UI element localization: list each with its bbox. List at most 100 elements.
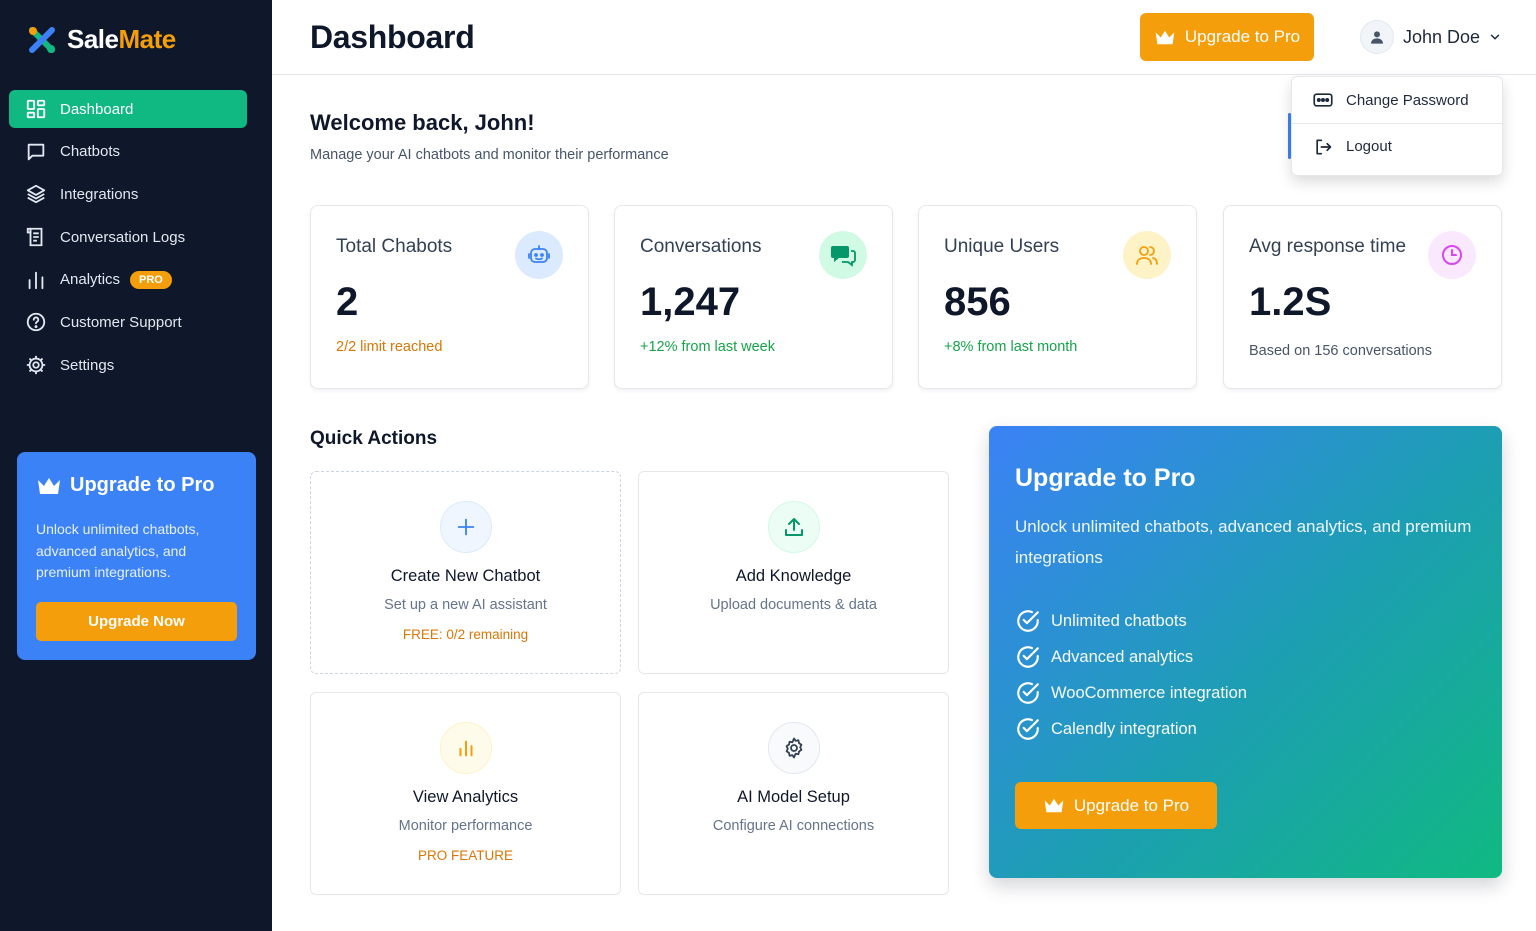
user-dropdown-menu: Change Password Logout	[1291, 76, 1503, 176]
sidebar-item-analytics[interactable]: Analytics PRO	[9, 261, 247, 299]
chat-bubbles-icon	[819, 231, 867, 279]
upgrade-pro-panel: Upgrade to Pro Unlock unlimited chatbots…	[989, 426, 1502, 878]
sidebar-item-label: Analytics	[60, 271, 121, 289]
layers-icon	[26, 185, 46, 204]
crown-icon	[38, 477, 60, 494]
stat-label: Total Chabots	[336, 236, 453, 257]
action-name: AI Model Setup	[737, 788, 850, 806]
add-knowledge-card[interactable]: Add Knowledge Upload documents & data	[638, 471, 949, 674]
action-name: Add Knowledge	[735, 567, 852, 585]
action-name: View Analytics	[412, 788, 519, 806]
sidebar-item-label: Chatbots	[60, 143, 121, 161]
user-name: John Doe	[1403, 26, 1481, 47]
gear-icon	[26, 355, 46, 375]
sidebar-item-label: Integrations	[60, 185, 139, 203]
sidebar-item-integrations[interactable]: Integrations	[9, 175, 247, 213]
logout-label: Logout	[1346, 138, 1392, 155]
help-circle-icon	[26, 313, 46, 332]
stat-label: Conversations	[640, 236, 762, 257]
user-menu-toggle[interactable]: John Doe	[1360, 20, 1502, 54]
pro-panel-description: Unlock unlimited chatbots, advanced anal…	[1015, 517, 1472, 567]
sidebar-item-customer-support[interactable]: Customer Support	[9, 303, 247, 341]
pro-feature-text: Advanced analytics	[1051, 647, 1194, 666]
logout-item[interactable]: Logout	[1292, 123, 1502, 169]
logo-text-sale: Sale	[67, 24, 119, 54]
chevron-down-icon	[1490, 34, 1500, 40]
check-circle-icon	[1017, 718, 1039, 740]
sidebar-upgrade-title-text: Upgrade to Pro	[70, 474, 215, 496]
plus-icon	[440, 501, 492, 553]
action-description: Set up a new AI assistant	[384, 597, 547, 613]
sidebar-item-dashboard[interactable]: Dashboard	[9, 90, 247, 128]
stat-label: Avg response time	[1249, 236, 1407, 257]
sidebar-item-label: Customer Support	[60, 313, 182, 331]
welcome-title: Welcome back, John!	[310, 110, 535, 135]
sidebar-item-chatbots[interactable]: Chatbots	[9, 133, 247, 171]
pro-panel-title: Upgrade to Pro	[1015, 464, 1196, 492]
upgrade-now-button[interactable]: Upgrade Now	[36, 602, 237, 641]
action-description: Configure AI connections	[712, 818, 875, 834]
create-new-chatbot-card[interactable]: Create New Chatbot Set up a new AI assis…	[310, 471, 621, 674]
sidebar-item-label: Settings	[60, 356, 115, 374]
stat-value: 2	[336, 280, 359, 324]
check-circle-icon	[1017, 610, 1039, 632]
pro-badge: PRO	[130, 270, 172, 289]
sidebar-upgrade-card: Upgrade to Pro Unlock unlimited chatbots…	[17, 452, 256, 660]
logo-text: SaleMate	[67, 24, 176, 55]
header-upgrade-label: Upgrade to Pro	[1184, 27, 1301, 46]
stat-card-avg-response-time: Avg response time 1.2S Based on 156 conv…	[1223, 205, 1502, 389]
change-password-label: Change Password	[1346, 91, 1469, 109]
password-icon	[1313, 93, 1333, 107]
sidebar-item-label: Conversation Logs	[60, 228, 186, 246]
welcome-subtitle: Manage your AI chatbots and monitor thei…	[310, 147, 669, 163]
avatar	[1360, 20, 1394, 54]
sidebar-item-settings[interactable]: Settings	[9, 346, 247, 384]
check-circle-icon	[1017, 682, 1039, 704]
stat-note: +12% from last week	[640, 339, 775, 355]
pro-panel-upgrade-label: Upgrade to Pro	[1073, 795, 1190, 815]
pro-feature-text: WooCommerce integration	[1051, 683, 1247, 702]
sidebar-item-label: Dashboard	[60, 100, 134, 118]
quick-actions-title: Quick Actions	[310, 428, 438, 449]
bar-chart-icon	[440, 722, 492, 774]
action-tag: PRO FEATURE	[417, 848, 513, 863]
action-description: Monitor performance	[398, 818, 533, 834]
stat-card-unique-users: Unique Users 856 +8% from last month	[918, 205, 1197, 389]
bar-chart-icon	[28, 271, 44, 289]
header-upgrade-button[interactable]: Upgrade to Pro	[1140, 13, 1314, 61]
users-icon	[1123, 231, 1171, 279]
gear-icon	[768, 722, 820, 774]
logo-text-mate: Mate	[118, 24, 177, 54]
view-analytics-card[interactable]: View Analytics Monitor performance PRO F…	[310, 692, 621, 895]
sidebar-nav: Dashboard Chatbots Integrations Conversa…	[9, 90, 247, 389]
sidebar-upgrade-title: Upgrade to Pro	[36, 474, 237, 497]
pro-feature-text: Unlimited chatbots	[1051, 611, 1187, 630]
robot-icon	[515, 231, 563, 279]
stat-card-conversations: Conversations 1,247 +12% from last week	[614, 205, 893, 389]
sidebar-upgrade-description: Unlock unlimited chatbots, advanced anal…	[36, 521, 200, 580]
pro-panel-upgrade-button[interactable]: Upgrade to Pro	[1015, 782, 1217, 829]
stat-note: +8% from last month	[944, 339, 1078, 355]
stat-card-total-chatbots: Total Chabots 2 2/2 limit reached	[310, 205, 589, 389]
sidebar-item-conversation-logs[interactable]: Conversation Logs	[9, 218, 247, 256]
dashboard-grid-icon	[26, 99, 46, 119]
chat-bubble-icon	[27, 143, 45, 160]
clock-icon	[1428, 231, 1476, 279]
logout-icon	[1316, 139, 1332, 154]
user-icon	[1371, 31, 1383, 44]
pro-feature-list: Unlimited chatbots Advanced analytics Wo…	[1015, 603, 1247, 747]
app-logo[interactable]: SaleMate	[27, 24, 176, 55]
pro-feature-item: WooCommerce integration	[1015, 675, 1247, 711]
stat-label: Unique Users	[944, 236, 1060, 257]
page-title: Dashboard	[310, 19, 475, 55]
ai-model-setup-card[interactable]: AI Model Setup Configure AI connections	[638, 692, 949, 895]
stat-value: 856	[944, 280, 1011, 324]
crown-icon	[1155, 30, 1175, 44]
pro-feature-item: Calendly integration	[1015, 711, 1247, 747]
pro-feature-item: Unlimited chatbots	[1015, 603, 1247, 639]
check-circle-icon	[1017, 646, 1039, 668]
change-password-item[interactable]: Change Password	[1292, 77, 1502, 123]
action-description: Upload documents & data	[710, 597, 877, 613]
stat-value: 1.2S	[1249, 280, 1332, 324]
document-log-icon	[26, 227, 43, 247]
